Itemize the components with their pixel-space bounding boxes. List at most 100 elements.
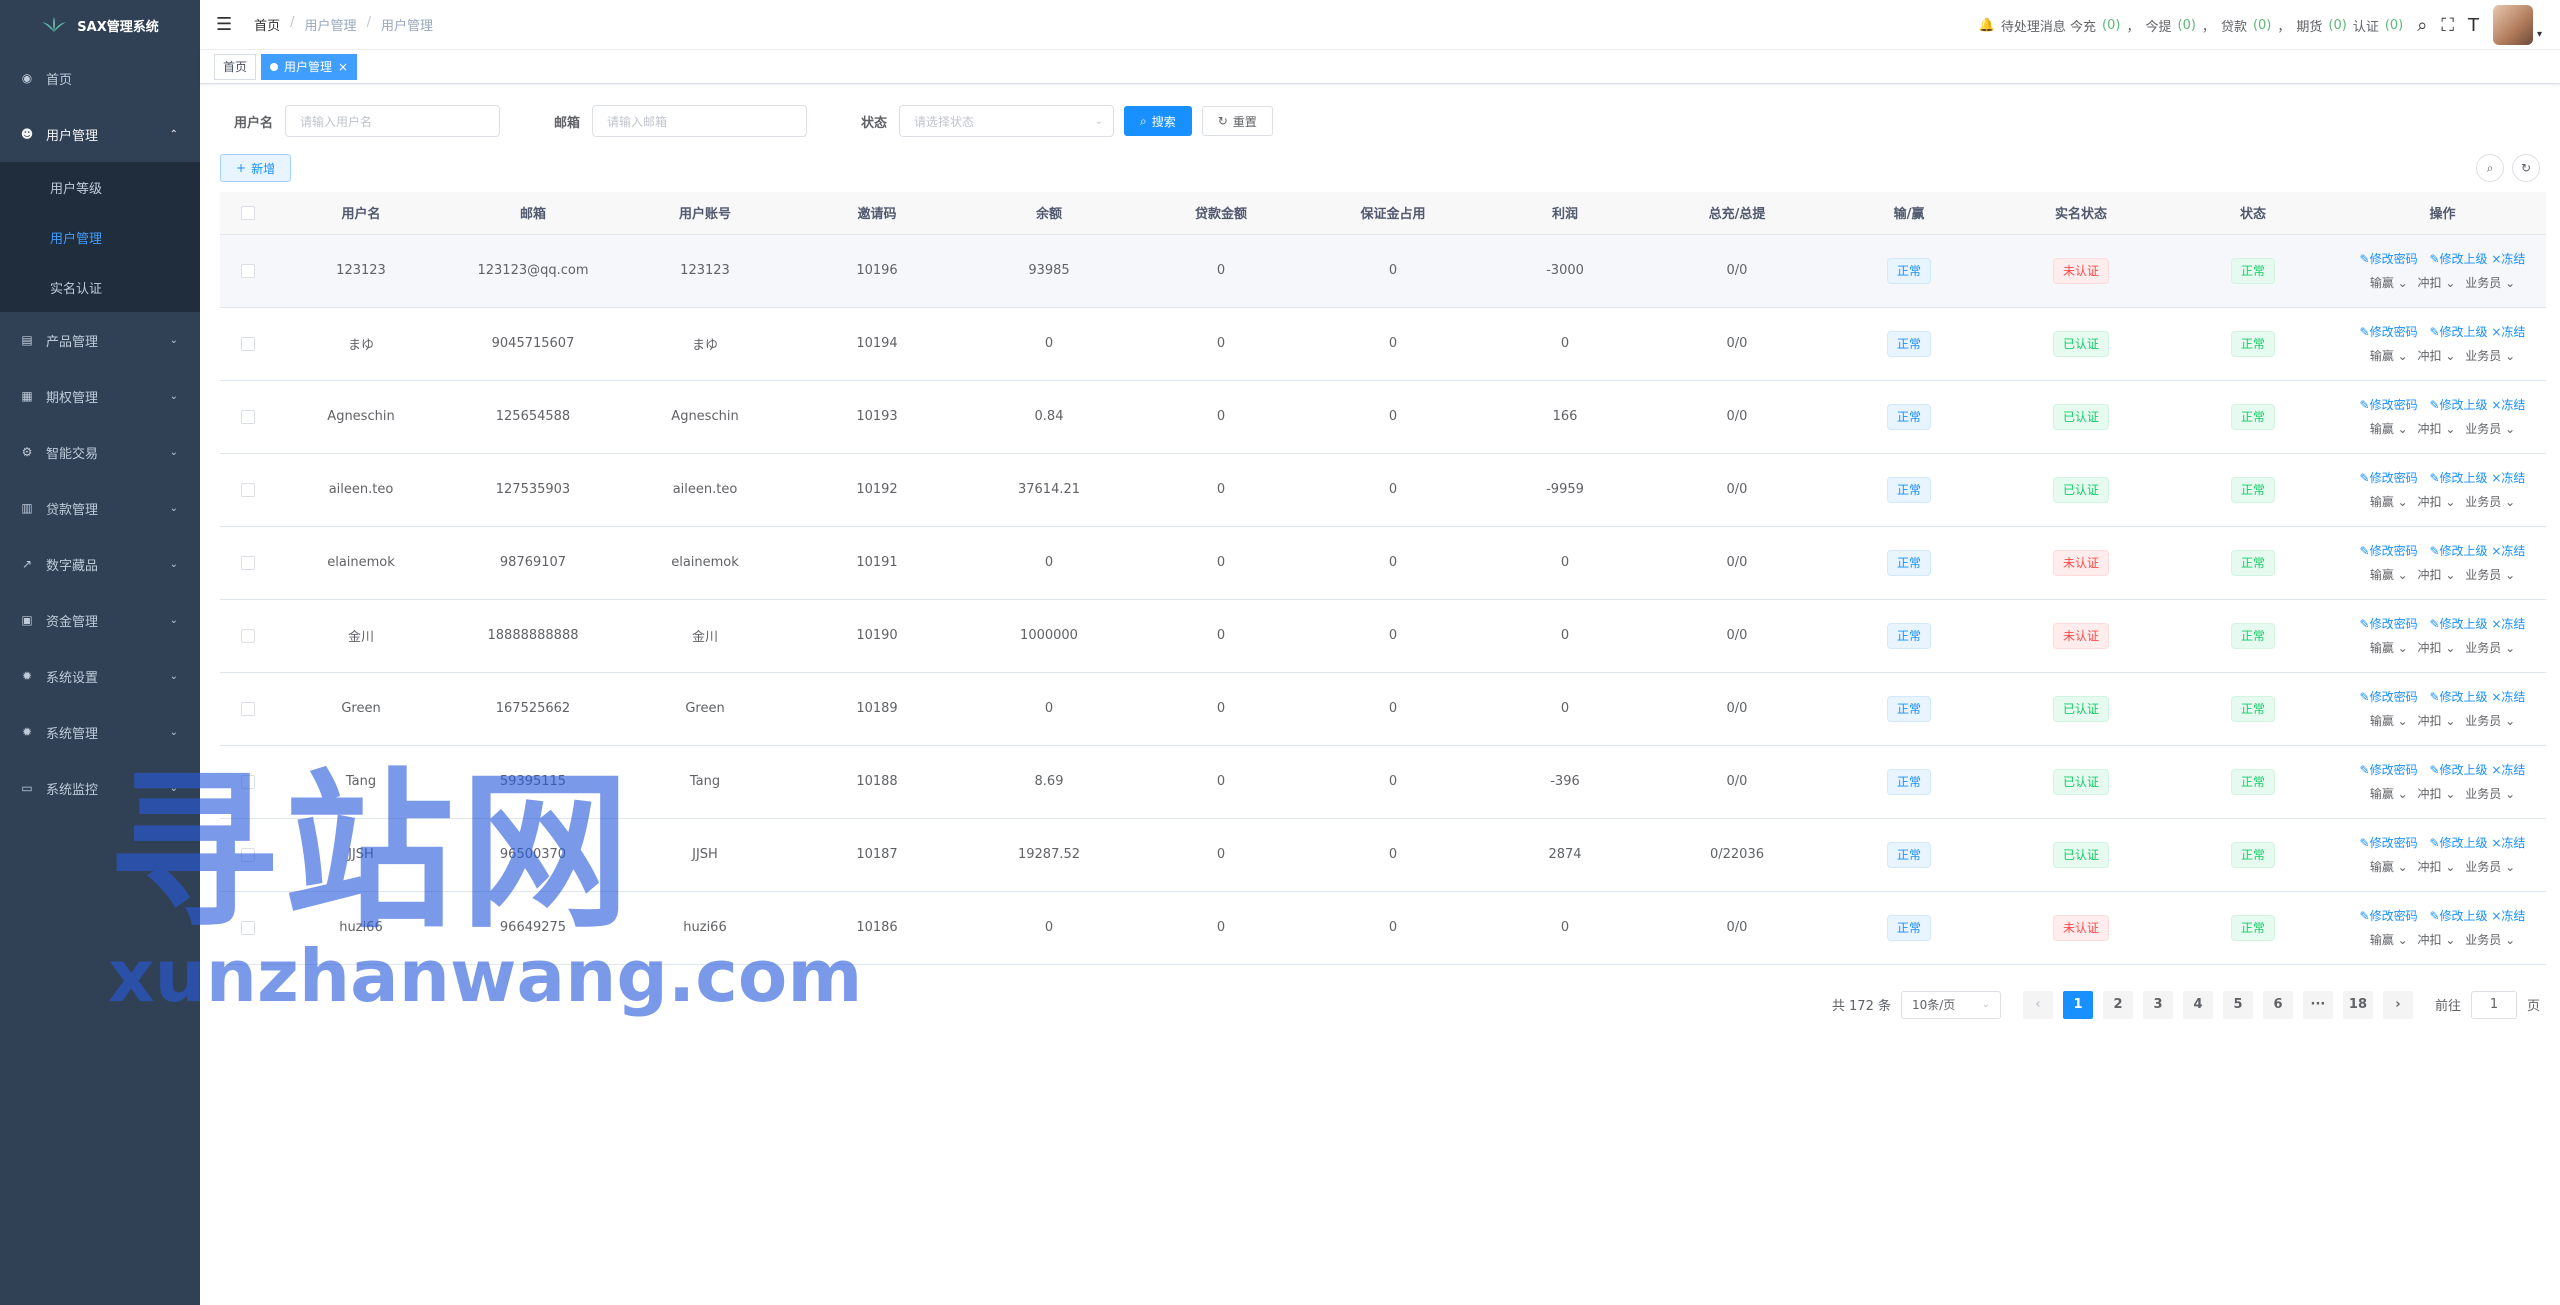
edit-parent-link[interactable]: ✎修改上级 [2429,471,2487,485]
search-icon[interactable]: ⌕ [2417,15,2427,36]
app-logo[interactable]: SAX管理系统 [0,0,200,50]
freeze-link[interactable]: ×冻结 [2491,909,2525,923]
submenu-item[interactable]: 用户等级 [0,162,200,212]
prev-page-button[interactable]: ‹ [2022,990,2053,1019]
table-row[interactable]: 金川 18888888888 金川 10190 1000000 0 0 0 0/0 正常 未认证 正常… [220,599,2546,673]
edit-password-link[interactable]: ✎修改密码 [2360,836,2418,850]
sidebar-item[interactable]: ◉ 首页 [0,50,200,106]
row-checkbox[interactable] [240,920,255,935]
username-input[interactable]: 请输入用户名 [285,105,501,137]
deduct-dropdown[interactable]: 冲扣 ⌄ [2418,349,2456,363]
chevron-down-icon[interactable]: ▾ [2537,29,2542,40]
sidebar-item[interactable]: ▥ 贷款管理 ⌄ [0,480,200,536]
sidebar-item[interactable]: ✹ 系统管理 ⌄ [0,704,200,760]
edit-parent-link[interactable]: ✎修改上级 [2429,909,2487,923]
page-button[interactable]: 1 [2062,990,2093,1019]
edit-password-link[interactable]: ✎修改密码 [2360,544,2418,558]
page-button[interactable]: 6 [2262,990,2293,1019]
page-button[interactable]: 18 [2342,990,2373,1019]
edit-parent-link[interactable]: ✎修改上级 [2429,836,2487,850]
freeze-link[interactable]: ×冻结 [2491,836,2525,850]
row-checkbox[interactable] [240,336,255,351]
page-button[interactable]: 2 [2102,990,2133,1019]
agent-dropdown[interactable]: 业务员 ⌄ [2465,349,2515,363]
agent-dropdown[interactable]: 业务员 ⌄ [2465,933,2515,947]
deduct-dropdown[interactable]: 冲扣 ⌄ [2418,641,2456,655]
freeze-link[interactable]: ×冻结 [2491,690,2525,704]
deduct-dropdown[interactable]: 冲扣 ⌄ [2418,276,2456,290]
agent-dropdown[interactable]: 业务员 ⌄ [2465,568,2515,582]
sidebar-item[interactable]: ☻ 用户管理 ⌃ [0,106,200,162]
tag-home[interactable]: 首页 [214,53,257,80]
sidebar-item[interactable]: ✹ 系统设置 ⌄ [0,648,200,704]
add-button[interactable]: + 新增 [220,154,292,182]
edit-password-link[interactable]: ✎修改密码 [2360,325,2418,339]
sidebar-item[interactable]: ▤ 产品管理 ⌄ [0,312,200,368]
sidebar-item[interactable]: ▭ 系统监控 ⌄ [0,760,200,816]
deduct-dropdown[interactable]: 冲扣 ⌄ [2418,933,2456,947]
sidebar-item[interactable]: ⚙ 智能交易 ⌄ [0,424,200,480]
hamburger-icon[interactable]: ☰ [216,14,232,35]
sidebar-item[interactable]: ↗ 数字藏品 ⌄ [0,536,200,592]
table-row[interactable]: elainemok 98769107 elainemok 10191 0 0 0 0 0/0 正常… [220,526,2546,600]
refresh-icon[interactable]: ↻ [2512,154,2540,182]
win-lose-dropdown[interactable]: 输赢 ⌄ [2370,568,2408,582]
deduct-dropdown[interactable]: 冲扣 ⌄ [2418,787,2456,801]
win-lose-dropdown[interactable]: 输赢 ⌄ [2370,276,2408,290]
edit-password-link[interactable]: ✎修改密码 [2360,617,2418,631]
row-checkbox[interactable] [240,774,255,789]
freeze-link[interactable]: ×冻结 [2491,398,2525,412]
freeze-link[interactable]: ×冻结 [2491,325,2525,339]
row-checkbox[interactable] [240,555,255,570]
goto-page-input[interactable]: 1 [2470,990,2517,1019]
pending-notice[interactable]: 🔔 待处理消息 今充 (0) ， 今提 (0) ， 贷款 (0) ， 期货 (0… [1979,16,2404,35]
submenu-item[interactable]: 用户管理 [0,212,200,262]
font-size-icon[interactable]: T [2468,15,2479,36]
edit-parent-link[interactable]: ✎修改上级 [2429,325,2487,339]
win-lose-dropdown[interactable]: 输赢 ⌄ [2370,349,2408,363]
agent-dropdown[interactable]: 业务员 ⌄ [2465,641,2515,655]
avatar[interactable] [2492,5,2533,45]
edit-parent-link[interactable]: ✎修改上级 [2429,544,2487,558]
edit-password-link[interactable]: ✎修改密码 [2360,471,2418,485]
breadcrumb-item[interactable]: 首页 [254,15,280,34]
agent-dropdown[interactable]: 业务员 ⌄ [2465,422,2515,436]
search-toggle-icon[interactable]: ⌕ [2476,154,2504,182]
edit-parent-link[interactable]: ✎修改上级 [2429,398,2487,412]
page-size-select[interactable]: 10条/页 ⌄ [1900,990,2001,1019]
edit-parent-link[interactable]: ✎修改上级 [2429,617,2487,631]
reset-button[interactable]: ↻ 重置 [1201,106,1273,136]
row-checkbox[interactable] [240,847,255,862]
row-checkbox[interactable] [240,628,255,643]
freeze-link[interactable]: ×冻结 [2491,544,2525,558]
page-button[interactable]: 4 [2182,990,2213,1019]
page-button[interactable]: 3 [2142,990,2173,1019]
freeze-link[interactable]: ×冻结 [2491,471,2525,485]
deduct-dropdown[interactable]: 冲扣 ⌄ [2418,495,2456,509]
edit-parent-link[interactable]: ✎修改上级 [2429,252,2487,266]
close-icon[interactable]: × [338,55,348,79]
fullscreen-icon[interactable]: ⛶ [2441,15,2454,36]
table-row[interactable]: 123123 123123@qq.com 123123 10196 93985 0 0 -30… [220,234,2546,308]
win-lose-dropdown[interactable]: 输赢 ⌄ [2370,787,2408,801]
edit-password-link[interactable]: ✎修改密码 [2360,763,2418,777]
freeze-link[interactable]: ×冻结 [2491,763,2525,777]
email-input[interactable]: 请输入邮箱 [592,105,808,137]
edit-parent-link[interactable]: ✎修改上级 [2429,763,2487,777]
sidebar-item[interactable]: ▣ 资金管理 ⌄ [0,592,200,648]
agent-dropdown[interactable]: 业务员 ⌄ [2465,860,2515,874]
next-page-button[interactable]: › [2382,990,2413,1019]
edit-password-link[interactable]: ✎修改密码 [2360,909,2418,923]
table-row[interactable]: まゆ 9045715607 まゆ 10194 0 0 0 0 0/0 正常 已认证 正常 ✎修改密码 … [220,307,2546,381]
deduct-dropdown[interactable]: 冲扣 ⌄ [2418,714,2456,728]
table-row[interactable]: Green 167525662 Green 10189 0 0 0 0 0/0 正常 已认证 正常 ✎… [220,672,2546,746]
search-button[interactable]: ⌕ 搜索 [1124,106,1192,136]
win-lose-dropdown[interactable]: 输赢 ⌄ [2370,933,2408,947]
row-checkbox[interactable] [240,701,255,716]
select-all-checkbox[interactable] [240,205,255,220]
table-row[interactable]: Agneschin 125654588 Agneschin 10193 0.84 0 0 16… [220,380,2546,454]
table-row[interactable]: Tang 59395115 Tang 10188 8.69 0 0 -396 0/0 正常 已认证正… [220,745,2546,819]
deduct-dropdown[interactable]: 冲扣 ⌄ [2418,422,2456,436]
status-select[interactable]: 请选择状态 ⌄ [899,105,1115,137]
edit-password-link[interactable]: ✎修改密码 [2360,690,2418,704]
